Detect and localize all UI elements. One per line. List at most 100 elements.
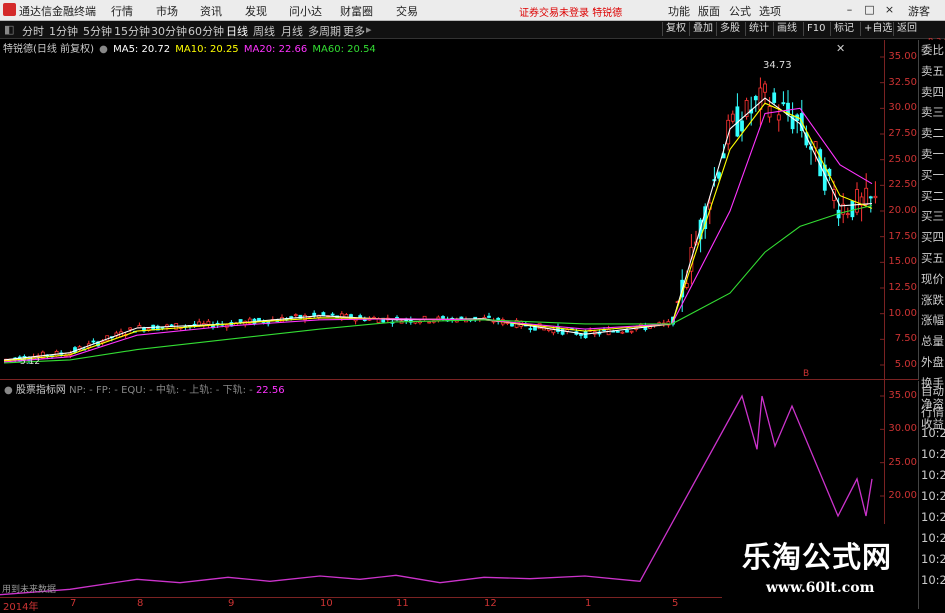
kline-chart[interactable] bbox=[0, 0, 918, 609]
watermark: 乐淘公式网 www.60lt.com bbox=[722, 524, 918, 604]
future-data-note: 用到未来数据 bbox=[2, 585, 57, 595]
candle-body bbox=[864, 187, 869, 206]
tick-time: 10:26 bbox=[921, 552, 945, 566]
candle-body bbox=[730, 113, 735, 122]
indicator-items: NP: - FP: - EQU: - 中轨: - 上轨: - 下轨: - bbox=[69, 385, 253, 396]
price-tick: 12.50 bbox=[888, 282, 917, 293]
xlabel-11: 11 bbox=[396, 598, 409, 609]
candle-body bbox=[427, 321, 432, 324]
indicator-value: 22.56 bbox=[255, 385, 285, 396]
candle-body bbox=[579, 333, 583, 336]
quote-sidebar: 委比 卖五 卖四 卖三 卖二 卖一 买一 买二 买三 买四 买五 现价 涨跌 涨… bbox=[918, 40, 945, 431]
indicator-name: 股票指标网 bbox=[15, 385, 66, 396]
sidebar-item[interactable]: 卖二 bbox=[919, 123, 945, 144]
sidebar-item[interactable]: 买二 bbox=[919, 186, 945, 207]
candle-body bbox=[717, 172, 721, 179]
candle-body bbox=[321, 312, 326, 316]
high-price-label: 34.73 bbox=[763, 60, 792, 71]
sidebar-item[interactable]: 现价 bbox=[919, 269, 945, 290]
price-tick: 22.50 bbox=[888, 179, 917, 191]
xlabel-12: 12 bbox=[484, 598, 497, 609]
price-tick: 10.00 bbox=[888, 307, 917, 319]
b-marker: B bbox=[803, 369, 810, 379]
candle-body bbox=[441, 316, 445, 319]
sidebar-item[interactable]: 外盘 bbox=[919, 352, 945, 373]
tick-time: 10:26 bbox=[921, 447, 945, 461]
xlabel-1: 1 bbox=[585, 598, 592, 609]
candle-body bbox=[763, 83, 767, 93]
price-tick: 32.50 bbox=[888, 76, 917, 88]
candle-body bbox=[753, 96, 758, 101]
sidebar-item[interactable]: 涨幅 bbox=[919, 310, 945, 331]
xlabel-7: 7 bbox=[70, 598, 77, 609]
tick-time: 10:26 bbox=[921, 510, 945, 524]
price-tick: 5.00 bbox=[894, 359, 917, 370]
sidebar-item[interactable]: 卖五 bbox=[919, 61, 945, 82]
candle-body bbox=[873, 195, 878, 199]
watermark-url: www.60lt.com bbox=[766, 580, 875, 596]
candle-body bbox=[206, 320, 211, 325]
candle-body bbox=[560, 328, 565, 335]
candle-body bbox=[257, 317, 261, 322]
candle-body bbox=[358, 315, 363, 318]
sidebar-item[interactable]: 涨跌 bbox=[919, 290, 945, 311]
sidebar-item[interactable]: 买一 bbox=[919, 165, 945, 186]
xlabel-10: 10 bbox=[320, 598, 333, 609]
price-tick: 35.00 bbox=[888, 51, 917, 62]
tick-time: 10:26 bbox=[921, 468, 945, 482]
price-tick: 20.00 bbox=[888, 205, 917, 216]
candle-body bbox=[850, 200, 855, 218]
candle-body bbox=[169, 324, 174, 327]
sidebar-item[interactable]: 卖一 bbox=[919, 144, 945, 165]
ma-line-ma20 bbox=[3, 107, 873, 363]
xlabel-8: 8 bbox=[137, 598, 144, 609]
candle-body bbox=[629, 330, 634, 333]
price-tick: 30.00 bbox=[888, 102, 917, 114]
indicator-settings-icon[interactable]: ● bbox=[4, 385, 13, 396]
price-tick: 17.50 bbox=[888, 230, 917, 242]
candle-body bbox=[330, 313, 335, 316]
candle-body bbox=[459, 316, 464, 319]
indicator-tick: 20.00 bbox=[888, 490, 917, 501]
indicator-tick: 30.00 bbox=[888, 423, 917, 435]
sidebar-item[interactable]: 自动 bbox=[919, 381, 945, 402]
candle-body bbox=[293, 314, 298, 317]
candle-body bbox=[620, 331, 625, 334]
candle-body bbox=[845, 213, 850, 216]
indicator-tick: 35.00 bbox=[888, 390, 917, 401]
ma-line-ma60 bbox=[3, 204, 873, 364]
sidebar-item[interactable]: 买三 bbox=[919, 206, 945, 227]
indicator-header: ● 股票指标网 NP: - FP: - EQU: - 中轨: - 上轨: - 下… bbox=[4, 381, 285, 396]
sidebar-item[interactable]: 委比 bbox=[919, 40, 945, 61]
sidebar-item[interactable]: 买五 bbox=[919, 248, 945, 269]
candle-body bbox=[510, 323, 514, 327]
tick-time: 10:26 bbox=[921, 489, 945, 503]
indicator-tick: 25.00 bbox=[888, 456, 917, 468]
candle-body bbox=[312, 312, 317, 316]
price-tick: 7.50 bbox=[894, 333, 917, 345]
candle-body bbox=[772, 92, 777, 103]
candle-body bbox=[740, 120, 744, 132]
candle-body bbox=[128, 327, 133, 330]
tick-time: 10:26 bbox=[921, 426, 945, 440]
tick-time: 10:26 bbox=[921, 531, 945, 545]
candle-body bbox=[615, 330, 620, 333]
watermark-title: 乐淘公式网 bbox=[742, 540, 893, 574]
sidebar-item[interactable]: 行情 bbox=[919, 402, 945, 423]
candle-body bbox=[758, 87, 763, 110]
tick-sidebar: 自动 行情 10:26 10:26 10:26 10:26 10:26 10:2… bbox=[918, 381, 945, 609]
sidebar-item[interactable]: 卖三 bbox=[919, 102, 945, 123]
sidebar-item[interactable]: 总量 bbox=[919, 331, 945, 352]
candle-body bbox=[91, 340, 96, 343]
candle-body bbox=[487, 315, 491, 318]
candle-body bbox=[625, 329, 629, 333]
sidebar-item[interactable]: 卖四 bbox=[919, 82, 945, 103]
candle-body bbox=[781, 102, 786, 105]
tick-time: 10:26 bbox=[921, 573, 945, 587]
candle-body bbox=[395, 316, 399, 319]
candle-body bbox=[868, 196, 873, 199]
candle-body bbox=[767, 106, 772, 118]
price-tick: 25.00 bbox=[888, 153, 917, 165]
candle-body bbox=[776, 114, 781, 121]
sidebar-item[interactable]: 买四 bbox=[919, 227, 945, 248]
